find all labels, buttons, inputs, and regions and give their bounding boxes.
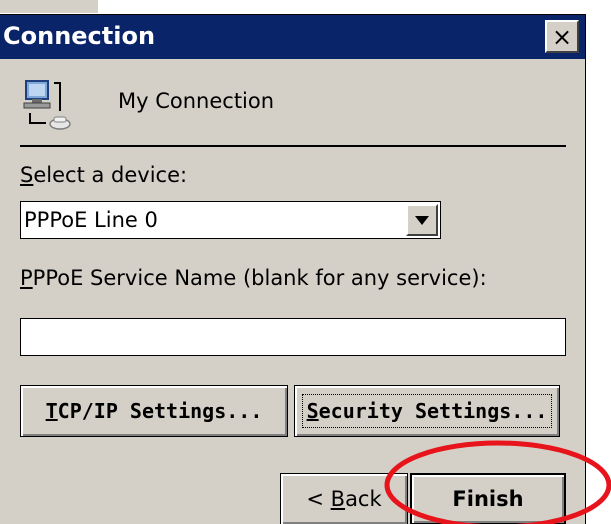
title-bar: Connection ×	[0, 15, 585, 59]
tcpip-settings-button[interactable]: TCP/IP Settings...	[20, 385, 288, 437]
window-title: Connection	[3, 22, 156, 50]
back-button[interactable]: < Back	[280, 473, 408, 524]
service-name-label: PPPoE Service Name (blank for any servic…	[20, 266, 487, 290]
security-settings-button[interactable]: Security Settings...	[294, 385, 560, 437]
close-button[interactable]: ×	[545, 20, 579, 53]
network-connection-icon	[23, 80, 71, 130]
connection-name: My Connection	[118, 89, 275, 113]
finish-button[interactable]: Finish	[410, 473, 566, 524]
screenshot-canvas: Connection × My Connection Select a devi…	[0, 0, 611, 524]
device-select[interactable]: PPPoE Line 0	[20, 201, 441, 239]
dropdown-arrow-icon[interactable]	[406, 204, 438, 236]
device-label: Select a device:	[20, 163, 188, 187]
close-icon: ×	[551, 22, 573, 51]
top-tab-fragment	[0, 0, 98, 13]
connection-dialog: Connection × My Connection Select a devi…	[0, 14, 586, 524]
header-separator	[20, 145, 566, 147]
service-name-input[interactable]	[20, 318, 566, 356]
device-select-value: PPPoE Line 0	[24, 208, 158, 232]
